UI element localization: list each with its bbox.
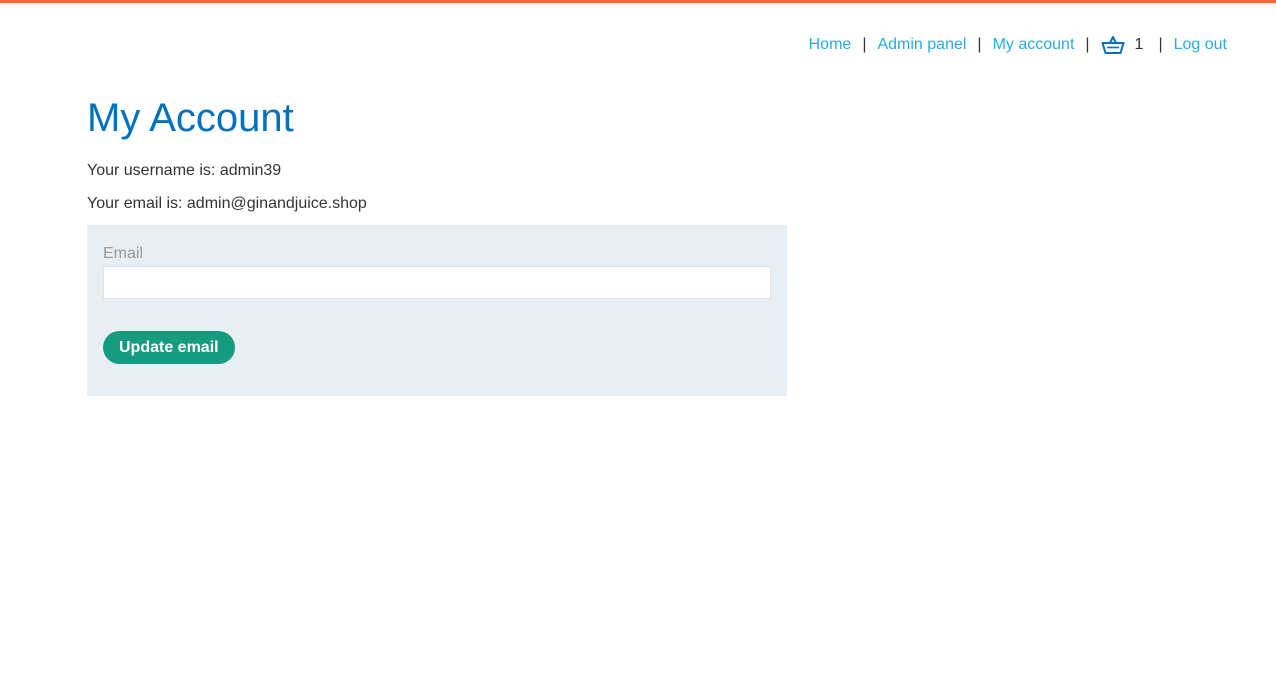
nav-link-log-out[interactable]: Log out: [1174, 36, 1227, 54]
nav-separator: |: [862, 36, 867, 53]
top-navigation: Home | Admin panel | My account | 1 | Lo…: [809, 35, 1227, 55]
change-email-form: Email Update email: [87, 225, 787, 396]
nav-separator: |: [1158, 36, 1163, 53]
username-info: Your username is: admin39: [87, 162, 282, 179]
nav-link-my-account[interactable]: My account: [993, 36, 1075, 54]
update-email-button[interactable]: Update email: [103, 331, 235, 364]
cart-link[interactable]: 1: [1101, 35, 1159, 55]
email-info: Your email is: admin@ginandjuice.shop: [87, 195, 367, 212]
page-title: My Account: [87, 96, 294, 140]
email-input[interactable]: [103, 266, 771, 299]
top-accent-bar: [0, 0, 1276, 3]
cart-count: 1: [1134, 36, 1144, 53]
nav-link-home[interactable]: Home: [809, 36, 852, 54]
nav-separator: |: [977, 36, 982, 53]
basket-icon: [1101, 35, 1125, 55]
nav-separator: |: [1085, 36, 1090, 53]
nav-link-admin-panel[interactable]: Admin panel: [877, 36, 966, 54]
email-label: Email: [103, 245, 144, 262]
